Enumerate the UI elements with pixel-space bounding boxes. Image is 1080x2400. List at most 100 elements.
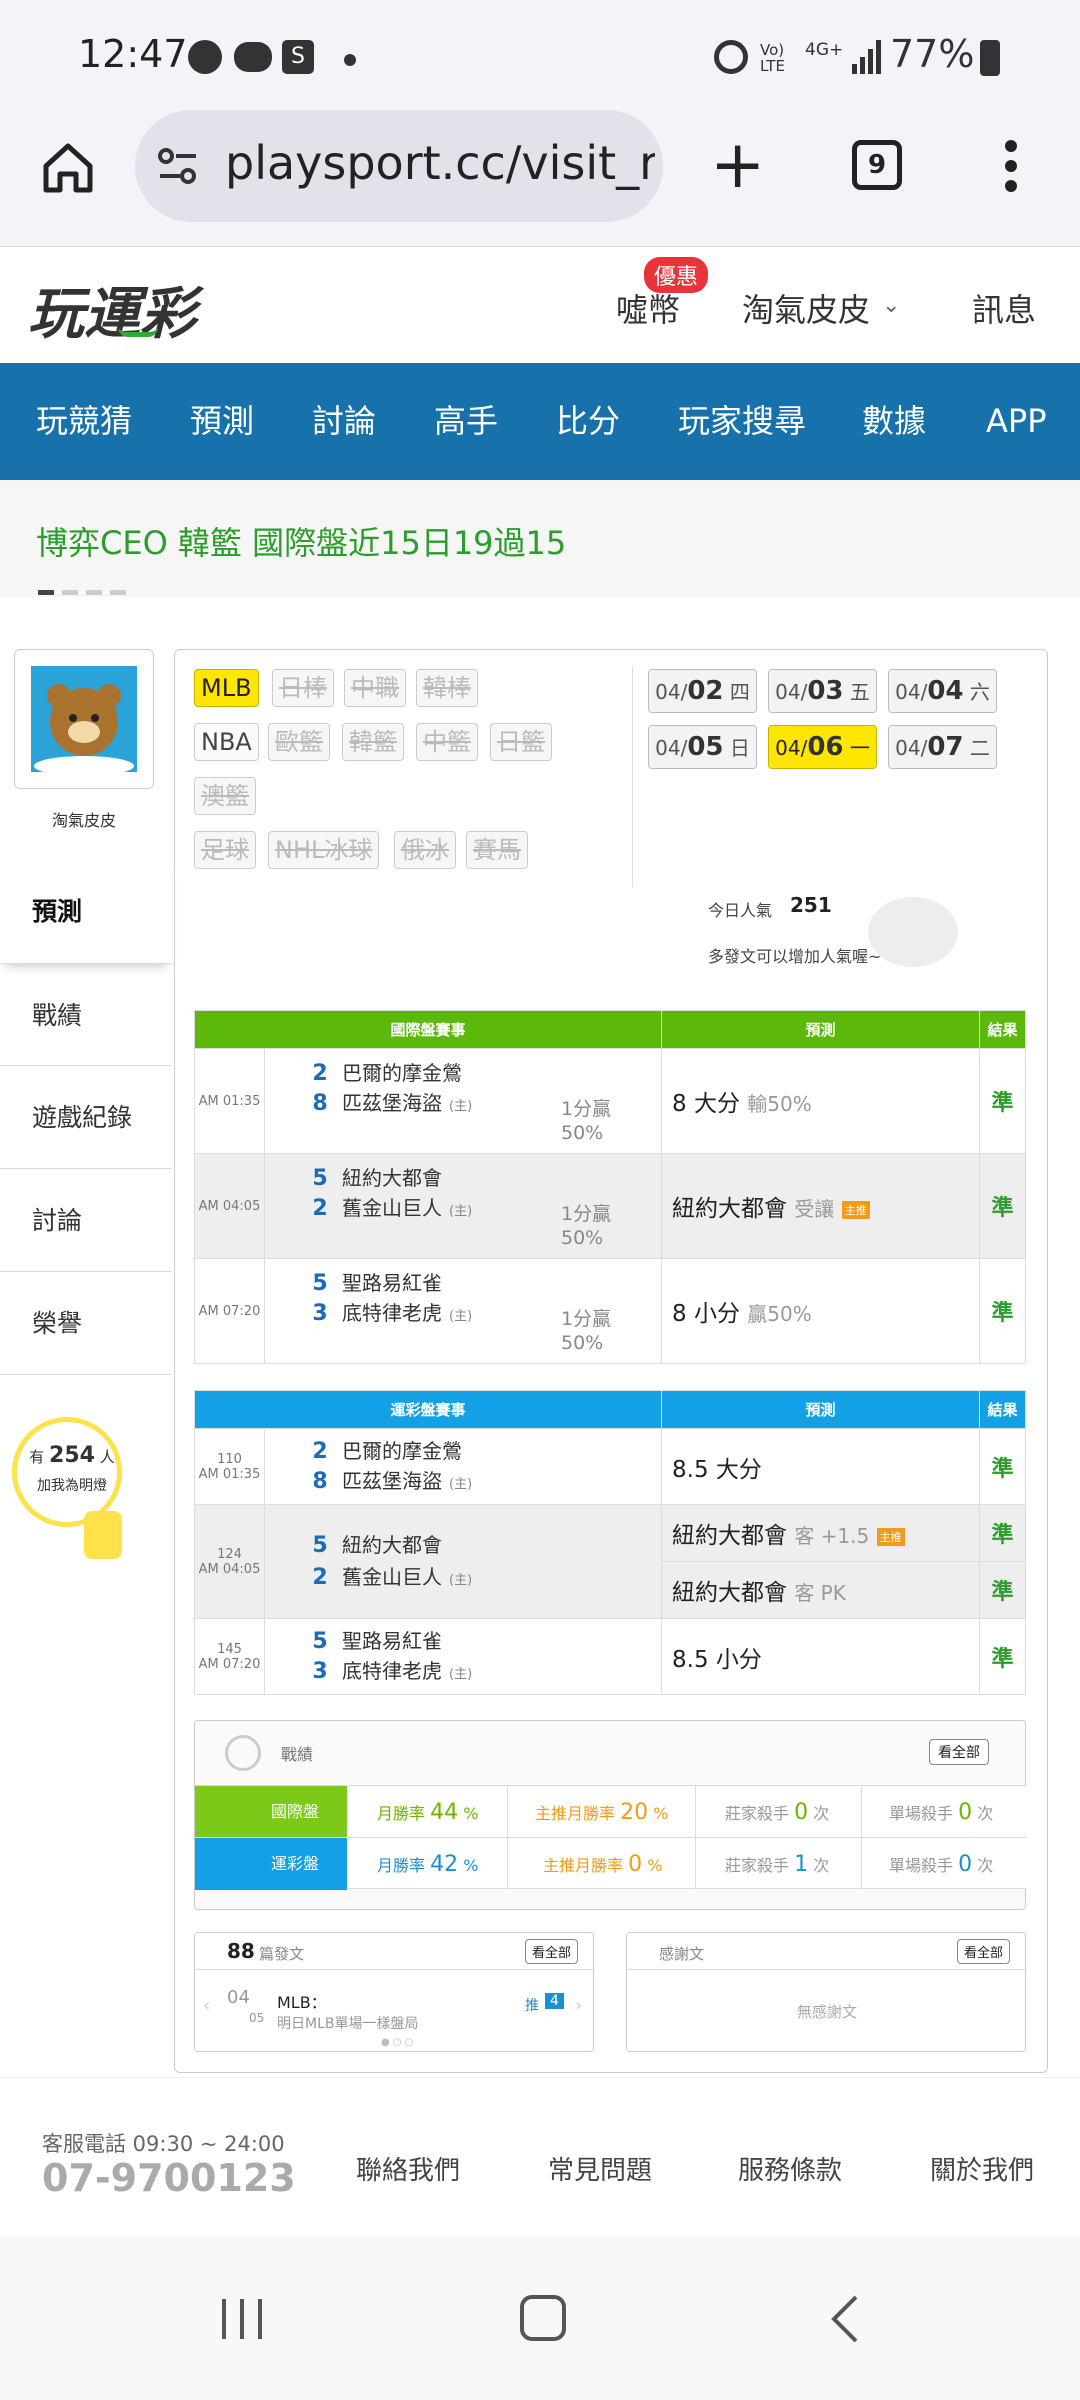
site-header: 玩運彩 噓幣 優惠 淘氣皮皮 ⌄ 訊息 <box>0 247 1080 363</box>
carousel-prev-icon[interactable]: ‹ <box>203 1995 210 2016</box>
banner-text[interactable]: 博弈CEO 韓籃 國際盤近15日19過15 <box>36 518 566 564</box>
league-tag[interactable]: NHL冰球 <box>268 831 380 869</box>
fans-prefix: 有 <box>29 1448 45 1466</box>
sidebar-item-honor[interactable]: 榮譽 <box>0 1272 172 1375</box>
banner-dot[interactable] <box>62 590 78 595</box>
league-tag[interactable]: 足球 <box>194 831 256 869</box>
prediction: 紐約大都會 <box>672 1196 787 1222</box>
avatar-card[interactable] <box>14 649 154 789</box>
target-icon <box>225 1735 261 1771</box>
fans-line2[interactable]: 加我為明燈 <box>22 1475 122 1495</box>
game-cell[interactable]: 2 巴爾的摩金鶯 8 匹茲堡海盜 (主) <box>264 1428 662 1505</box>
sidebar-item-discuss[interactable]: 討論 <box>0 1169 172 1272</box>
line-info: 1分贏 50% <box>561 1202 611 1250</box>
banner-dot[interactable] <box>86 590 102 595</box>
banner-dot-active[interactable] <box>38 590 54 595</box>
stat-unit: % <box>647 1856 663 1875</box>
league-tag[interactable]: 中籃 <box>416 723 478 761</box>
chevron-down-icon[interactable]: ⌄ <box>882 293 900 318</box>
date-0407[interactable]: 04/07 二 <box>888 725 997 769</box>
record-view-all-button[interactable]: 看全部 <box>929 1739 989 1765</box>
league-tag[interactable]: 澳籃 <box>194 777 256 815</box>
footer-link-about[interactable]: 關於我們 <box>930 2150 1034 2187</box>
date-0402[interactable]: 04/02 四 <box>648 669 757 713</box>
nav-item[interactable]: APP <box>986 363 1046 480</box>
nav-item[interactable]: 比分 <box>556 363 620 480</box>
footer-link-terms[interactable]: 服務條款 <box>738 2150 842 2187</box>
sidebar-item-history[interactable]: 遊戲紀錄 <box>0 1066 172 1169</box>
divider <box>195 1969 595 1970</box>
league-tag[interactable]: 中職 <box>344 669 406 707</box>
promo-banner[interactable]: 博弈CEO 韓籃 國際盤近15日19過15 <box>0 480 1080 597</box>
date-weekday: 六 <box>969 680 990 704</box>
game-cell[interactable]: 2 巴爾的摩金鶯 8 匹茲堡海盜 (主) 1分贏 50% <box>264 1048 662 1154</box>
home-label: (主) <box>449 1477 473 1492</box>
league-tag[interactable]: 賽馬 <box>466 831 528 869</box>
footer-link-faq[interactable]: 常見問題 <box>548 2150 652 2187</box>
banner-dot[interactable] <box>110 590 126 595</box>
home-button-icon[interactable] <box>520 2295 566 2341</box>
avatar[interactable] <box>31 666 137 776</box>
intl-table: 國際盤賽事 預測 結果 AM 01:35 2 巴爾的摩金鶯 8 匹茲堡海盜 (主… <box>194 1010 1026 1364</box>
game-cell[interactable]: 5 聖路易紅雀 3 底特律老虎 (主) 1分贏 50% <box>264 1258 662 1364</box>
league-tag-mlb[interactable]: MLB <box>194 669 259 707</box>
league-tag[interactable]: 日棒 <box>272 669 334 707</box>
url-text[interactable]: playsport.cc/visit_r <box>225 136 655 190</box>
date-0406-selected[interactable]: 04/06 一 <box>768 725 877 769</box>
nav-item[interactable]: 討論 <box>312 363 376 480</box>
prediction: 8 小分 <box>672 1301 740 1327</box>
site-settings-icon[interactable] <box>158 148 198 184</box>
messages-link[interactable]: 訊息 <box>972 285 1036 331</box>
new-tab-icon[interactable]: + <box>710 130 765 200</box>
date-0403[interactable]: 04/03 五 <box>768 669 877 713</box>
away-score: 2 <box>312 1439 328 1464</box>
back-icon[interactable] <box>830 2293 860 2345</box>
nav-item[interactable]: 玩競猜 <box>36 363 132 480</box>
post-title[interactable]: MLB： <box>277 1989 327 2013</box>
recent-apps-icon[interactable] <box>220 2297 264 2341</box>
sidebar-item-record[interactable]: 戰績 <box>0 963 172 1066</box>
footer-link-contact[interactable]: 聯絡我們 <box>356 2150 460 2187</box>
league-tag[interactable]: 韓棒 <box>416 669 478 707</box>
nav-item[interactable]: 高手 <box>434 363 498 480</box>
away-team: 聖路易紅雀 <box>342 1271 442 1295</box>
system-nav-bar <box>0 2237 1080 2400</box>
result: 準 <box>979 1561 1026 1619</box>
game-cell[interactable]: 5 紐約大都會 2 舊金山巨人 (主) 1分贏 50% <box>264 1153 662 1259</box>
posts-view-all-button[interactable]: 看全部 <box>525 1939 579 1964</box>
thanks-view-all-button[interactable]: 看全部 <box>957 1939 1011 1964</box>
user-menu[interactable]: 淘氣皮皮 <box>742 285 870 331</box>
nav-item[interactable]: 預測 <box>190 363 254 480</box>
site-logo[interactable]: 玩運彩 <box>28 269 196 350</box>
date-0404[interactable]: 04/04 六 <box>888 669 997 713</box>
volte-icon: Vo) LTE <box>760 41 785 75</box>
yun-header-result: 結果 <box>979 1390 1026 1429</box>
nav-item[interactable]: 玩家搜尋 <box>678 363 806 480</box>
table-row: AM 07:20 5 聖路易紅雀 3 底特律老虎 (主) 1分贏 50% 8 小分… <box>194 1258 1026 1364</box>
menu-icon[interactable] <box>1005 140 1017 192</box>
game-cell[interactable]: 5 聖路易紅雀 3 底特律老虎 (主) <box>264 1618 662 1695</box>
nav-item[interactable]: 數據 <box>862 363 926 480</box>
tab-count[interactable]: 9 <box>852 140 902 190</box>
mascot-icon <box>868 897 958 967</box>
home-icon[interactable] <box>40 140 96 196</box>
league-tag[interactable]: 歐籃 <box>268 723 330 761</box>
profile-name[interactable]: 淘氣皮皮 <box>14 807 154 831</box>
result: 準 <box>979 1258 1026 1364</box>
game-cell[interactable]: 5 紐約大都會 2 舊金山巨人 (主) <box>264 1504 662 1619</box>
league-tag[interactable]: 俄冰 <box>394 831 456 869</box>
result: 準 <box>979 1504 1026 1562</box>
carousel-next-icon[interactable]: › <box>575 1995 582 2016</box>
league-tag-nba[interactable]: NBA <box>194 723 259 761</box>
intl-header-result: 結果 <box>979 1010 1026 1049</box>
stat-label: 主推月勝率 <box>543 1856 624 1875</box>
service-phone[interactable]: 07-9700123 <box>42 2156 296 2200</box>
league-tag[interactable]: 日籃 <box>490 723 552 761</box>
post-subtitle[interactable]: 明日MLB單場一樣盤局 <box>277 2013 418 2033</box>
league-tag[interactable]: 韓籃 <box>342 723 404 761</box>
date-weekday: 二 <box>969 736 990 760</box>
date-0405[interactable]: 04/05 日 <box>648 725 757 769</box>
date-day: 03 <box>807 676 844 706</box>
dot-icon <box>344 54 356 66</box>
sidebar-item-predict[interactable]: 預測 <box>0 860 172 963</box>
